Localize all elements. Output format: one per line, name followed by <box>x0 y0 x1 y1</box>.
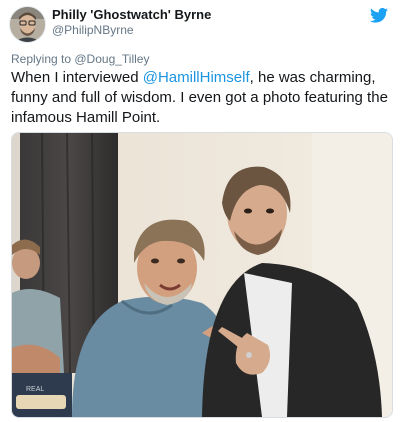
twitter-bird-icon[interactable] <box>370 7 388 23</box>
mention-link[interactable]: @HamillHimself <box>143 69 250 86</box>
tweet-photo[interactable]: REAL <box>11 132 393 418</box>
tweet-card: Philly 'Ghostwatch' Byrne @PhilipNByrne … <box>0 0 400 422</box>
avatar-image <box>10 7 45 42</box>
replying-to-handle-link[interactable]: @Doug_Tilley <box>74 52 149 66</box>
photo-image: REAL <box>12 133 392 417</box>
bag-text: REAL <box>26 386 44 393</box>
author-display-name[interactable]: Philly 'Ghostwatch' Byrne <box>52 7 211 22</box>
tweet-text-before: When I interviewed <box>11 69 143 86</box>
replying-to-label: Replying to <box>11 52 75 66</box>
replying-to: Replying to @Doug_Tilley <box>11 52 149 66</box>
author-avatar[interactable] <box>9 6 46 43</box>
tweet-text: When I interviewed @HamillHimself, he wa… <box>11 68 391 128</box>
author-handle[interactable]: @PhilipNByrne <box>52 23 134 37</box>
